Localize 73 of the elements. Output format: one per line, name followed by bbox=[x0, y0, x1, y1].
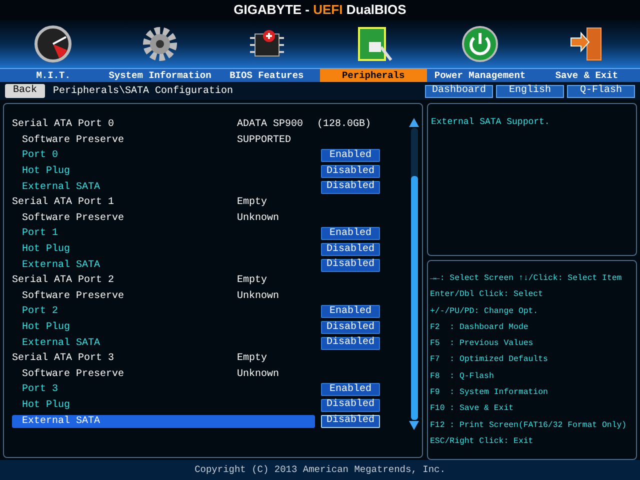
setting-label[interactable]: Port 2 bbox=[12, 305, 315, 318]
gauge-icon[interactable] bbox=[33, 24, 74, 64]
option-value-button[interactable]: Disabled bbox=[321, 180, 380, 194]
setting-value: Empty bbox=[237, 352, 268, 366]
scroll-up-icon[interactable] bbox=[409, 118, 419, 128]
gear-icon[interactable] bbox=[140, 24, 180, 64]
setting-label[interactable]: External SATA bbox=[12, 258, 315, 272]
bios-title: GIGABYTE - UEFI DualBIOS bbox=[234, 1, 406, 20]
setting-value: SUPPORTED bbox=[237, 134, 292, 148]
setting-value: Empty bbox=[237, 196, 268, 210]
back-button[interactable]: Back bbox=[5, 84, 45, 98]
top-button[interactable]: English bbox=[496, 84, 564, 98]
setting-label[interactable]: External SATA bbox=[12, 414, 315, 428]
menu-tab[interactable]: Peripherals bbox=[320, 69, 427, 82]
help-text: →←: Select Screen bbox=[430, 273, 514, 285]
scroll-down-icon[interactable] bbox=[409, 420, 419, 430]
help-text: +/-/PU/PD: Change Opt. bbox=[430, 306, 538, 318]
option-value-button[interactable]: Enabled bbox=[321, 227, 380, 240]
help-text: F12 : Print Screen(FAT16/32 Format Only) bbox=[430, 420, 627, 432]
setting-label: Serial ATA Port 3 bbox=[12, 352, 116, 366]
setting-label: Serial ATA Port 1 bbox=[12, 196, 116, 210]
help-text: F8 : Q-Flash bbox=[430, 370, 494, 383]
menu-tab[interactable]: BIOS Features bbox=[213, 69, 320, 82]
option-value-button[interactable]: Disabled bbox=[321, 243, 380, 256]
help-text: ↑↓/Click: Select Item bbox=[518, 273, 622, 285]
option-value-button[interactable]: Disabled bbox=[321, 414, 380, 428]
setting-label[interactable]: Port 0 bbox=[12, 149, 315, 162]
option-value-button[interactable]: Enabled bbox=[321, 305, 380, 318]
option-value-button[interactable]: Disabled bbox=[321, 165, 380, 178]
setting-value: Empty bbox=[237, 274, 268, 288]
help-text: F7 : Optimized Defaults bbox=[430, 354, 548, 366]
setting-label[interactable]: External SATA bbox=[12, 336, 315, 350]
setting-label: Software Preserve bbox=[21, 368, 126, 382]
copyright-text: Copyright (C) 2013 American Megatrends, Inc. bbox=[194, 462, 446, 477]
setting-value: Unknown bbox=[237, 212, 280, 226]
setting-label[interactable]: Port 3 bbox=[12, 383, 315, 396]
setting-label: Serial ATA Port 0 bbox=[12, 118, 116, 132]
setting-value: Unknown bbox=[237, 290, 280, 304]
setting-value: ADATA SP900 bbox=[237, 118, 304, 132]
power-icon[interactable] bbox=[460, 24, 500, 64]
help-text: Enter/Dbl Click: Select bbox=[430, 289, 544, 302]
top-button[interactable]: Dashboard bbox=[425, 84, 493, 98]
help-text: F9 : System Information bbox=[430, 387, 548, 400]
option-value-button[interactable]: Disabled bbox=[321, 398, 380, 412]
setting-label: Software Preserve bbox=[21, 290, 126, 304]
setting-label[interactable]: Port 1 bbox=[12, 227, 315, 240]
option-value-button[interactable]: Disabled bbox=[321, 258, 380, 272]
menu-tab[interactable]: Power Management bbox=[426, 69, 534, 82]
setting-label: Software Preserve bbox=[21, 134, 126, 148]
option-value-button[interactable]: Enabled bbox=[321, 149, 380, 162]
menu-tab[interactable]: Save & Exit bbox=[533, 69, 640, 82]
breadcrumb: Peripherals\SATA Configuration bbox=[53, 84, 234, 98]
setting-label[interactable]: Hot Plug bbox=[12, 321, 315, 334]
setting-label[interactable]: Hot Plug bbox=[12, 398, 315, 412]
help-text: F10 : Save & Exit bbox=[430, 403, 514, 416]
setting-label[interactable]: Hot Plug bbox=[12, 165, 315, 178]
help-text: ESC/Right Click: Exit bbox=[430, 436, 534, 448]
help-text: F5 : Previous Values bbox=[430, 338, 534, 350]
scrollbar[interactable] bbox=[409, 118, 419, 430]
top-button[interactable]: Q-Flash bbox=[567, 84, 635, 98]
setting-label: Software Preserve bbox=[21, 212, 126, 226]
setting-label[interactable]: External SATA bbox=[12, 180, 315, 194]
description-text: External SATA Support. bbox=[431, 116, 551, 129]
option-value-button[interactable]: Disabled bbox=[321, 336, 380, 350]
menu-tab[interactable]: M.I.T. bbox=[0, 69, 107, 82]
setting-label: Serial ATA Port 2 bbox=[12, 274, 116, 288]
capacity-value: (128.0GB) bbox=[317, 118, 372, 132]
setting-value: Unknown bbox=[237, 368, 280, 382]
setting-label[interactable]: Hot Plug bbox=[12, 243, 315, 256]
menu-tab[interactable]: System Information bbox=[106, 69, 214, 82]
help-text: F2 : Dashboard Mode bbox=[430, 322, 528, 334]
option-value-button[interactable]: Disabled bbox=[321, 321, 380, 334]
option-value-button[interactable]: Enabled bbox=[321, 383, 380, 396]
